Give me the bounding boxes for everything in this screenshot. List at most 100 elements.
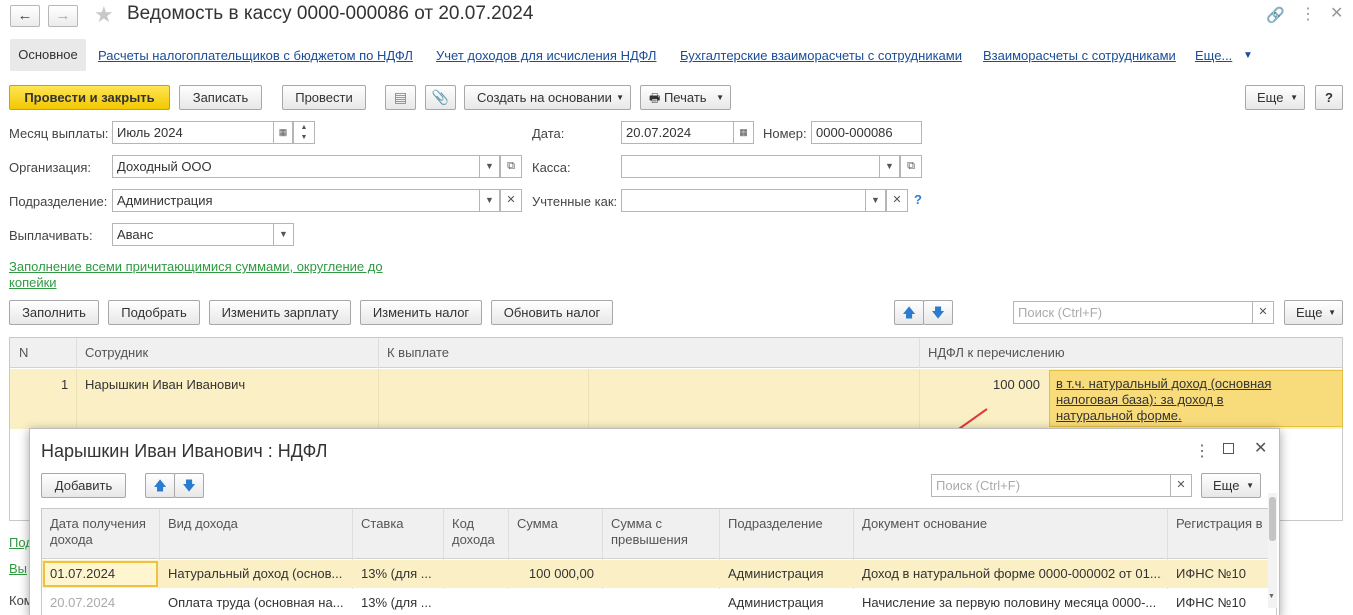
- popup-move-up-button[interactable]: 🡅: [145, 473, 175, 498]
- change-tax-button[interactable]: Изменить налог: [360, 300, 482, 325]
- post-and-close-button[interactable]: Провести и закрыть: [9, 85, 170, 110]
- arrow-down-icon: 🡇: [931, 305, 945, 320]
- dropdown-arrow-icon[interactable]: ▼: [479, 155, 500, 178]
- number-field[interactable]: 0000-000086: [811, 121, 922, 144]
- column-header-department[interactable]: Подразделение: [728, 516, 823, 531]
- open-icon[interactable]: ⧉: [500, 155, 522, 178]
- table-more-button[interactable]: Еще ▼: [1284, 300, 1343, 325]
- tab-employee-settlements[interactable]: Взаиморасчеты с сотрудниками: [983, 48, 1176, 63]
- refresh-tax-button[interactable]: Обновить налог: [491, 300, 613, 325]
- help-button[interactable]: ?: [1315, 85, 1343, 110]
- search-input[interactable]: Поиск (Ctrl+F): [1013, 301, 1253, 324]
- attach-button[interactable]: 📎: [425, 85, 456, 110]
- column-header-rate[interactable]: Ставка: [361, 516, 404, 531]
- date-field[interactable]: 20.07.2024: [621, 121, 734, 144]
- pay-field[interactable]: Аванс: [112, 223, 274, 246]
- save-button[interactable]: Записать: [179, 85, 262, 110]
- maximize-icon[interactable]: [1223, 443, 1234, 454]
- popup-more-label: Еще: [1213, 478, 1240, 493]
- print-button[interactable]: 🖶 Печать ▼: [640, 85, 731, 110]
- popup-move-down-button[interactable]: 🡇: [174, 473, 204, 498]
- printer-icon: 🖶: [649, 91, 661, 105]
- column-header-sum[interactable]: Сумма: [517, 516, 558, 531]
- ndfl-note-cell[interactable]: в т.ч. натуральный доход (основная налог…: [1049, 370, 1343, 427]
- calendar-icon[interactable]: ▦: [273, 121, 293, 144]
- column-header-income-type[interactable]: Вид дохода: [168, 516, 238, 531]
- link-icon[interactable]: 🔗: [1266, 6, 1285, 24]
- registration-cell: ИФНС №10: [1176, 566, 1247, 581]
- partial-link-2[interactable]: Вы: [9, 561, 27, 576]
- popup-search-input[interactable]: Поиск (Ctrl+F): [931, 474, 1171, 497]
- column-header-n[interactable]: N: [19, 345, 28, 360]
- column-header-ndfl[interactable]: НДФЛ к перечислению: [928, 345, 1065, 360]
- month-spinner[interactable]: ▲ ▼: [293, 121, 315, 144]
- popup-more-button[interactable]: Еще ▼: [1201, 473, 1261, 498]
- dropdown-arrow-icon: ▼: [1246, 481, 1254, 490]
- dropdown-arrow-icon[interactable]: ▼: [479, 189, 500, 212]
- table-row[interactable]: 20.07.2024 Оплата труда (основная на... …: [42, 589, 1276, 615]
- vertical-scrollbar[interactable]: ▼: [1268, 493, 1277, 608]
- more-label: Еще: [1257, 90, 1284, 105]
- income-type-cell: Оплата труда (основная на...: [168, 595, 344, 610]
- organization-field[interactable]: Доходный ООО: [112, 155, 480, 178]
- scrollbar-thumb[interactable]: [1269, 497, 1276, 541]
- open-icon[interactable]: ⧉: [900, 155, 922, 178]
- change-salary-button[interactable]: Изменить зарплату: [209, 300, 351, 325]
- post-button[interactable]: Провести: [282, 85, 366, 110]
- row-number: 1: [61, 377, 69, 392]
- more-vertical-icon[interactable]: ⋮: [1194, 441, 1210, 461]
- clear-icon[interactable]: ✕: [500, 189, 522, 212]
- tab-ndfl-income[interactable]: Учет доходов для исчисления НДФЛ: [436, 48, 656, 63]
- more-button[interactable]: Еще ▼: [1245, 85, 1305, 110]
- department-field[interactable]: Администрация: [112, 189, 480, 212]
- dropdown-arrow-icon: ▼: [1290, 93, 1298, 102]
- accounted-as-field[interactable]: [621, 189, 866, 212]
- column-header-employee[interactable]: Сотрудник: [85, 345, 148, 360]
- arrow-up-icon: 🡅: [902, 305, 916, 320]
- clear-search-icon[interactable]: ✕: [1170, 474, 1192, 497]
- main-table-header: [10, 338, 1342, 368]
- create-based-on-button[interactable]: Создать на основании ▼: [464, 85, 631, 110]
- number-label: Номер:: [763, 126, 807, 141]
- popup-table: Дата получения дохода Вид дохода Ставка …: [41, 508, 1277, 615]
- dropdown-arrow-icon[interactable]: ▼: [865, 189, 886, 212]
- clear-search-icon[interactable]: ✕: [1252, 301, 1274, 324]
- table-row[interactable]: 01.07.2024 Натуральный доход (основ... 1…: [42, 560, 1276, 588]
- add-button[interactable]: Добавить: [41, 473, 126, 498]
- select-button[interactable]: Подобрать: [108, 300, 200, 325]
- back-button[interactable]: ←: [10, 5, 40, 27]
- base-document-cell: Доход в натуральной форме 0000-000002 от…: [862, 566, 1162, 581]
- help-icon[interactable]: ?: [914, 192, 922, 207]
- calendar-icon[interactable]: ▦: [733, 121, 754, 144]
- column-header-income-code[interactable]: Код дохода: [452, 516, 512, 548]
- fill-button[interactable]: Заполнить: [9, 300, 99, 325]
- scroll-down-icon[interactable]: ▼: [1268, 593, 1275, 600]
- month-field[interactable]: Июль 2024: [112, 121, 274, 144]
- fill-all-link[interactable]: Заполнение всеми причитающимися суммами,…: [9, 259, 399, 291]
- ndfl-popup: Нарышкин Иван Иванович : НДФЛ ⋮ ✕ Добави…: [29, 428, 1280, 615]
- tab-more[interactable]: Еще...: [1195, 48, 1232, 63]
- tab-ndfl-budget[interactable]: Расчеты налогоплательщиков с бюджетом по…: [98, 48, 413, 63]
- move-down-button[interactable]: 🡇: [923, 300, 953, 325]
- forward-button[interactable]: →: [48, 5, 78, 27]
- ndfl-note-link[interactable]: в т.ч. натуральный доход (основная налог…: [1056, 376, 1286, 424]
- column-header-base-document[interactable]: Документ основание: [862, 516, 987, 531]
- favorite-star-icon[interactable]: ★: [94, 2, 114, 28]
- close-icon[interactable]: ✕: [1330, 3, 1343, 23]
- more-vertical-icon[interactable]: ⋮: [1300, 4, 1316, 24]
- column-header-excess-sum[interactable]: Сумма с превышения: [611, 516, 721, 548]
- column-header-registration[interactable]: Регистрация в: [1176, 516, 1263, 531]
- tab-accounting-settlements[interactable]: Бухгалтерские взаиморасчеты с сотрудника…: [680, 48, 962, 63]
- move-up-button[interactable]: 🡅: [894, 300, 924, 325]
- dropdown-arrow-icon[interactable]: ▼: [879, 155, 900, 178]
- month-label: Месяц выплаты:: [9, 126, 109, 141]
- kassa-field[interactable]: [621, 155, 880, 178]
- dropdown-arrow-icon[interactable]: ▼: [273, 223, 294, 246]
- column-header-date[interactable]: Дата получения дохода: [50, 516, 160, 548]
- tab-main[interactable]: Основное: [10, 39, 86, 71]
- column-header-to-pay[interactable]: К выплате: [387, 345, 449, 360]
- close-icon[interactable]: ✕: [1254, 438, 1267, 458]
- table-row[interactable]: 1 Нарышкин Иван Иванович 100 000 в т.ч. …: [10, 369, 1343, 429]
- clear-icon[interactable]: ✕: [886, 189, 908, 212]
- report-button[interactable]: ▤: [385, 85, 416, 110]
